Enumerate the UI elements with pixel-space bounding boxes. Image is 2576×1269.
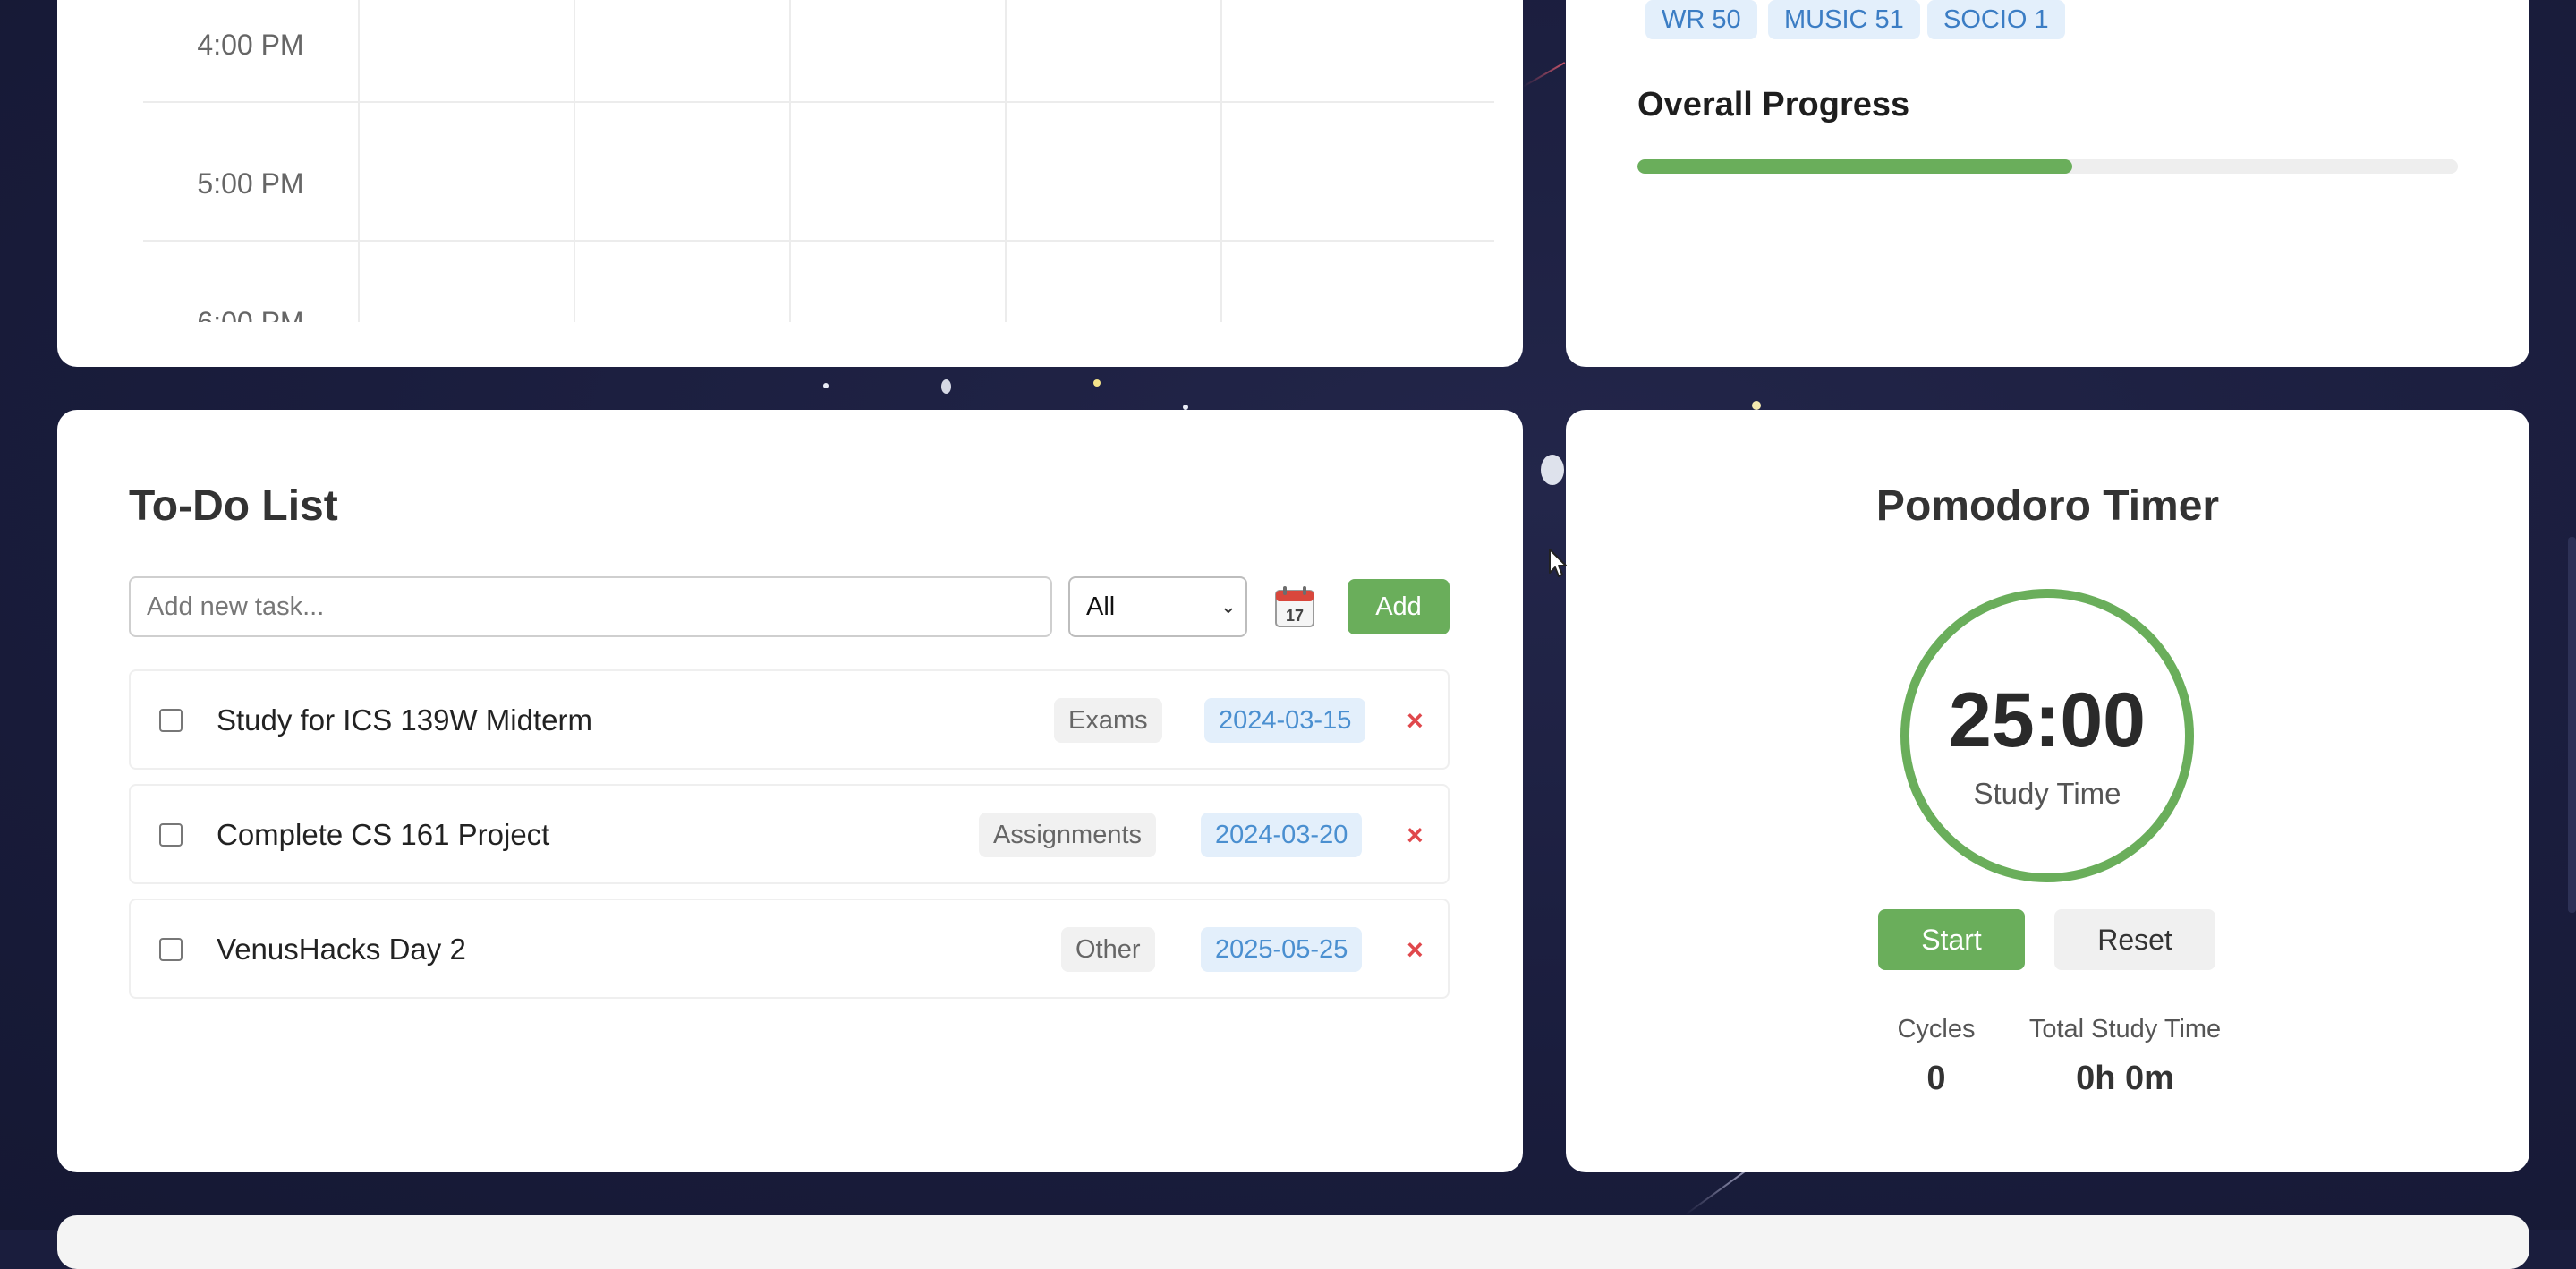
star <box>1541 455 1564 485</box>
time-label: 6:00 PM <box>143 306 358 322</box>
cycles-value: 0 <box>1878 1060 1994 1098</box>
total-study-time-value: 0h 0m <box>2013 1060 2237 1098</box>
calendar-scroll-area[interactable]: 4:00 PM 5:00 PM 6:00 PM <box>57 0 1523 322</box>
day-column-divider <box>1005 0 1007 322</box>
category-filter-value: All <box>1086 592 1115 621</box>
todo-item: Study for ICS 139W Midterm Exams 2024-03… <box>129 669 1450 770</box>
progress-bar-fill <box>1637 159 2072 174</box>
category-filter-select[interactable]: All ⌄ <box>1068 576 1247 637</box>
new-task-input[interactable] <box>129 576 1052 637</box>
timer-display: 25:00 <box>1909 677 2185 765</box>
todo-date-badge: 2024-03-20 <box>1201 813 1362 857</box>
delete-task-button[interactable]: × <box>1407 813 1424 857</box>
progress-title: Overall Progress <box>1637 86 1909 124</box>
todo-category-badge: Other <box>1061 927 1155 972</box>
calendar-icon[interactable]: 17 <box>1274 585 1315 628</box>
star <box>941 379 951 394</box>
page-scrollbar[interactable] <box>2568 537 2576 913</box>
day-column-divider <box>789 0 791 322</box>
day-column-divider <box>358 0 360 322</box>
todo-text: VenusHacks Day 2 <box>217 933 466 967</box>
course-tag[interactable]: MUSIC 51 <box>1768 0 1920 39</box>
delete-task-button[interactable]: × <box>1407 698 1424 743</box>
pomodoro-card: Pomodoro Timer 25:00 Study Time Start Re… <box>1566 410 2529 1172</box>
chevron-down-icon: ⌄ <box>1220 578 1237 635</box>
todo-date-badge: 2024-03-15 <box>1204 698 1365 743</box>
star <box>1093 379 1101 387</box>
todo-date-badge: 2025-05-25 <box>1201 927 1362 972</box>
course-tag[interactable]: WR 50 <box>1645 0 1757 39</box>
todo-title: To-Do List <box>129 481 338 531</box>
pomodoro-title: Pomodoro Timer <box>1566 481 2529 531</box>
day-column-divider <box>1220 0 1222 322</box>
todo-category-badge: Assignments <box>979 813 1156 857</box>
todo-text: Study for ICS 139W Midterm <box>217 703 592 737</box>
todo-item: Complete CS 161 Project Assignments 2024… <box>129 784 1450 884</box>
calendar-row: 5:00 PM <box>143 103 1494 242</box>
todo-item: VenusHacks Day 2 Other 2025-05-25 × <box>129 899 1450 999</box>
start-button[interactable]: Start <box>1878 909 2025 970</box>
cycles-label: Cycles <box>1878 1015 1994 1044</box>
todo-checkbox[interactable] <box>159 823 183 847</box>
progress-card: WR 50 MUSIC 51 SOCIO 1 Overall Progress <box>1566 0 2529 367</box>
todo-card: To-Do List All ⌄ 17 Add Study for ICS 13… <box>57 410 1523 1172</box>
timer-ring: 25:00 Study Time <box>1900 589 2194 882</box>
add-task-button[interactable]: Add <box>1348 579 1450 634</box>
time-label: 4:00 PM <box>143 29 358 62</box>
todo-category-badge: Exams <box>1054 698 1162 743</box>
todo-checkbox[interactable] <box>159 709 183 732</box>
todo-text: Complete CS 161 Project <box>217 818 549 852</box>
reset-button[interactable]: Reset <box>2054 909 2215 970</box>
calendar-row: 6:00 PM <box>143 242 1494 322</box>
todo-checkbox[interactable] <box>159 938 183 961</box>
total-study-time-label: Total Study Time <box>2013 1015 2237 1044</box>
course-tag[interactable]: SOCIO 1 <box>1927 0 2065 39</box>
timer-mode-label: Study Time <box>1909 777 2185 811</box>
progress-bar <box>1637 159 2458 174</box>
star <box>823 383 829 388</box>
next-section-card <box>57 1215 2529 1269</box>
calendar-icon-day: 17 <box>1286 607 1304 625</box>
calendar-row: 4:00 PM <box>143 0 1494 103</box>
day-column-divider <box>574 0 575 322</box>
calendar-card: 4:00 PM 5:00 PM 6:00 PM <box>57 0 1523 367</box>
star <box>1752 401 1761 410</box>
mouse-cursor-icon <box>1548 548 1569 580</box>
time-label: 5:00 PM <box>143 167 358 200</box>
delete-task-button[interactable]: × <box>1407 927 1424 972</box>
